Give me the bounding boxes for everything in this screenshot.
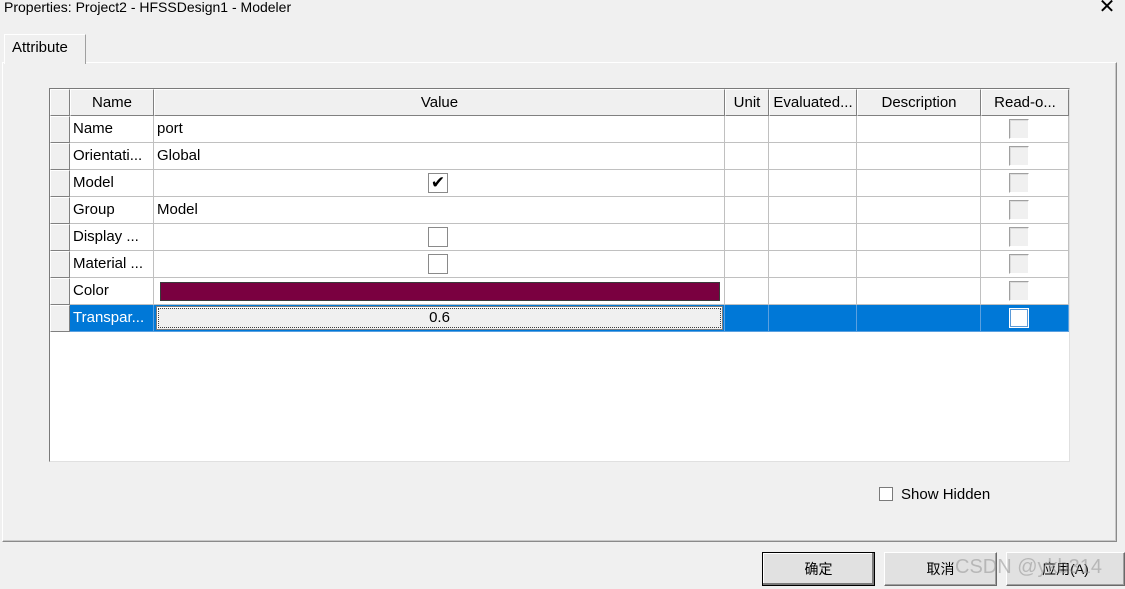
column-header-read-only[interactable]: Read-o... [981, 89, 1069, 116]
tab-attribute[interactable]: Attribute [4, 34, 86, 64]
description-cell[interactable] [857, 170, 981, 197]
evaluated-value-cell[interactable] [769, 170, 857, 197]
column-header-name[interactable]: Name [70, 89, 154, 116]
property-value-cell[interactable]: 0.6 [154, 305, 725, 332]
unit-cell[interactable] [725, 170, 769, 197]
read-only-checkbox[interactable] [1009, 281, 1029, 301]
column-header-unit[interactable]: Unit [725, 89, 769, 116]
read-only-cell[interactable] [981, 197, 1069, 224]
property-name-cell[interactable]: Model [70, 170, 154, 197]
property-name-cell[interactable]: Name [70, 116, 154, 143]
property-value-cell[interactable]: port [154, 116, 725, 143]
evaluated-value-cell[interactable] [769, 143, 857, 170]
property-value-cell[interactable] [154, 278, 725, 305]
property-name-cell[interactable]: Orientati... [70, 143, 154, 170]
description-cell[interactable] [857, 224, 981, 251]
evaluated-value-cell[interactable] [769, 116, 857, 143]
unit-cell[interactable] [725, 305, 769, 332]
property-name-cell[interactable]: Transpar... [70, 305, 154, 332]
column-header-evaluated[interactable]: Evaluated... [769, 89, 857, 116]
evaluated-value-cell[interactable] [769, 197, 857, 224]
show-hidden-checkbox[interactable] [879, 487, 893, 501]
column-header-value[interactable]: Value [154, 89, 725, 116]
title-bar: Properties: Project2 - HFSSDesign1 - Mod… [0, 0, 1125, 24]
cancel-button[interactable]: 取消 [884, 552, 997, 586]
row-header[interactable] [50, 143, 70, 170]
description-cell[interactable] [857, 143, 981, 170]
property-value-cell[interactable] [154, 224, 725, 251]
evaluated-value-cell[interactable] [769, 251, 857, 278]
row-header[interactable] [50, 251, 70, 278]
evaluated-value-cell[interactable] [769, 224, 857, 251]
value-checkbox[interactable] [428, 227, 448, 247]
show-hidden-label: Show Hidden [901, 486, 991, 503]
read-only-checkbox[interactable] [1009, 308, 1029, 328]
column-header-description[interactable]: Description [857, 89, 981, 116]
read-only-cell[interactable] [981, 143, 1069, 170]
window-title: Properties: Project2 - HFSSDesign1 - Mod… [4, 0, 292, 15]
evaluated-value-cell[interactable] [769, 278, 857, 305]
property-name-cell[interactable]: Material ... [70, 251, 154, 278]
read-only-cell[interactable] [981, 278, 1069, 305]
ok-button[interactable]: 确定 [762, 552, 875, 586]
evaluated-value-cell[interactable] [769, 305, 857, 332]
description-cell[interactable] [857, 278, 981, 305]
color-swatch[interactable] [160, 282, 720, 301]
description-cell[interactable] [857, 197, 981, 224]
read-only-checkbox[interactable] [1009, 146, 1029, 166]
transparency-edit-field[interactable]: 0.6 [156, 306, 723, 330]
read-only-cell[interactable] [981, 305, 1069, 332]
read-only-cell[interactable] [981, 251, 1069, 278]
description-cell[interactable] [857, 116, 981, 143]
property-name-cell[interactable]: Group [70, 197, 154, 224]
read-only-checkbox[interactable] [1009, 119, 1029, 139]
unit-cell[interactable] [725, 278, 769, 305]
apply-button[interactable]: 应用(A) [1006, 552, 1125, 586]
close-icon[interactable]: ✕ [1097, 0, 1117, 18]
property-value-cell[interactable] [154, 251, 725, 278]
property-grid: Name Value Unit Evaluated... Description… [49, 88, 1070, 462]
row-header[interactable] [50, 197, 70, 224]
unit-cell[interactable] [725, 251, 769, 278]
description-cell[interactable] [857, 305, 981, 332]
read-only-cell[interactable] [981, 116, 1069, 143]
property-value-cell[interactable]: ✔ [154, 170, 725, 197]
read-only-cell[interactable] [981, 170, 1069, 197]
row-header[interactable] [50, 224, 70, 251]
read-only-checkbox[interactable] [1009, 227, 1029, 247]
unit-cell[interactable] [725, 143, 769, 170]
row-header[interactable] [50, 116, 70, 143]
property-name-cell[interactable]: Color [70, 278, 154, 305]
property-value-cell[interactable]: Model [154, 197, 725, 224]
read-only-checkbox[interactable] [1009, 254, 1029, 274]
read-only-checkbox[interactable] [1009, 200, 1029, 220]
property-value-cell[interactable]: Global [154, 143, 725, 170]
unit-cell[interactable] [725, 116, 769, 143]
description-cell[interactable] [857, 251, 981, 278]
property-name-cell[interactable]: Display ... [70, 224, 154, 251]
row-header[interactable] [50, 278, 70, 305]
read-only-cell[interactable] [981, 224, 1069, 251]
corner-header [50, 89, 70, 116]
value-checkbox[interactable]: ✔ [428, 173, 448, 193]
read-only-checkbox[interactable] [1009, 173, 1029, 193]
unit-cell[interactable] [725, 224, 769, 251]
unit-cell[interactable] [725, 197, 769, 224]
row-header[interactable] [50, 305, 70, 332]
value-checkbox[interactable] [428, 254, 448, 274]
row-header[interactable] [50, 170, 70, 197]
